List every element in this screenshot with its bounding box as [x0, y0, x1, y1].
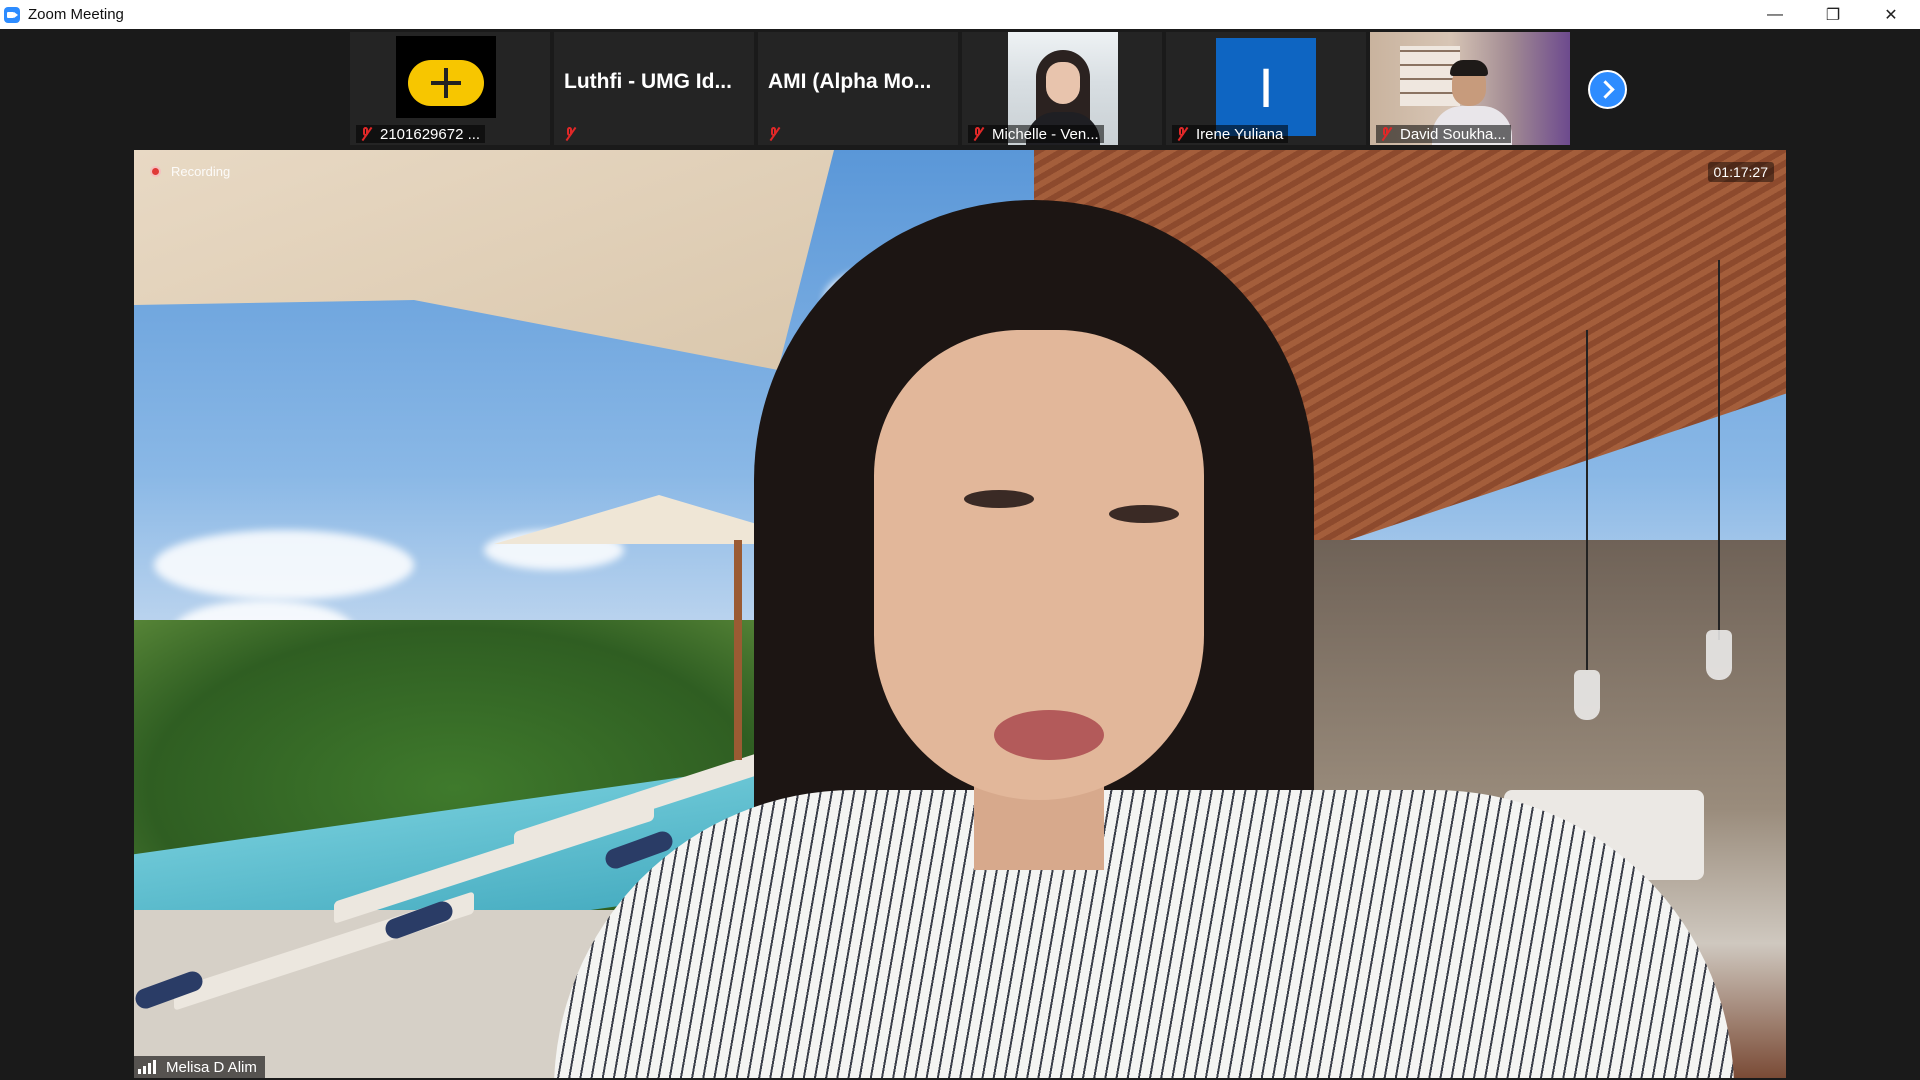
participant-name-label: David Soukha... [1376, 125, 1511, 143]
participant-tile[interactable]: Michelle - Ven... [962, 32, 1162, 145]
recording-label: Recording [171, 164, 231, 179]
participant-name-label: Irene Yuliana [1172, 125, 1289, 143]
participant-tile[interactable]: I Irene Yuliana [1166, 32, 1366, 145]
participant-name: Irene Yuliana [1196, 125, 1284, 143]
active-speaker-video: Recording 01:17:27 Melisa D Alim [134, 150, 1786, 1078]
participant-name: Michelle - Ven... [992, 125, 1099, 143]
speaker-name: Melisa D Alim [166, 1058, 257, 1076]
plus-logo-icon [408, 60, 484, 106]
recording-indicator: Recording [150, 164, 230, 179]
mic-muted-icon [1378, 126, 1394, 142]
title-bar: Zoom Meeting — ❐ ✕ [0, 0, 1920, 29]
participant-name: David Soukha... [1400, 125, 1506, 143]
participant-tile[interactable]: Luthfi - UMG Id... [554, 32, 754, 145]
participant-tile[interactable]: David Soukha... [1370, 32, 1570, 145]
mic-muted-icon [1174, 126, 1190, 142]
mic-muted-icon [970, 126, 986, 142]
chevron-right-icon [1596, 80, 1615, 99]
participant-tile[interactable]: AMI (Alpha Mo... [758, 32, 958, 145]
connection-signal-icon [138, 1060, 158, 1074]
mic-muted-icon [562, 126, 578, 142]
window-title: Zoom Meeting [28, 6, 124, 23]
participant-name-label [560, 125, 589, 143]
mic-muted-icon [766, 126, 782, 142]
zoom-app-icon [4, 6, 20, 23]
recording-dot-icon [150, 166, 161, 177]
participant-avatar [396, 36, 496, 118]
close-button[interactable]: ✕ [1862, 0, 1920, 29]
participant-name-display: Luthfi - UMG Id... [564, 70, 732, 93]
next-page-button[interactable] [1588, 70, 1627, 109]
participant-name-label: 2101629672 ... [356, 125, 486, 143]
speaker-name-label: Melisa D Alim [134, 1056, 265, 1078]
meeting-timer: 01:17:27 [1707, 162, 1774, 182]
participant-tile[interactable]: 2101629672 ... [350, 32, 550, 145]
participant-name: 2101629672 ... [380, 125, 481, 143]
mic-muted-icon [358, 126, 374, 142]
participant-initial-avatar: I [1216, 38, 1316, 136]
participant-name-label: Michelle - Ven... [968, 125, 1104, 143]
minimize-button[interactable]: — [1746, 0, 1804, 29]
participant-name-label [764, 125, 793, 143]
participant-name-display: AMI (Alpha Mo... [768, 70, 932, 93]
maximize-button[interactable]: ❐ [1804, 0, 1862, 29]
participant-filmstrip: 2101629672 ... Luthfi - UMG Id... AMI (A… [0, 29, 1920, 149]
